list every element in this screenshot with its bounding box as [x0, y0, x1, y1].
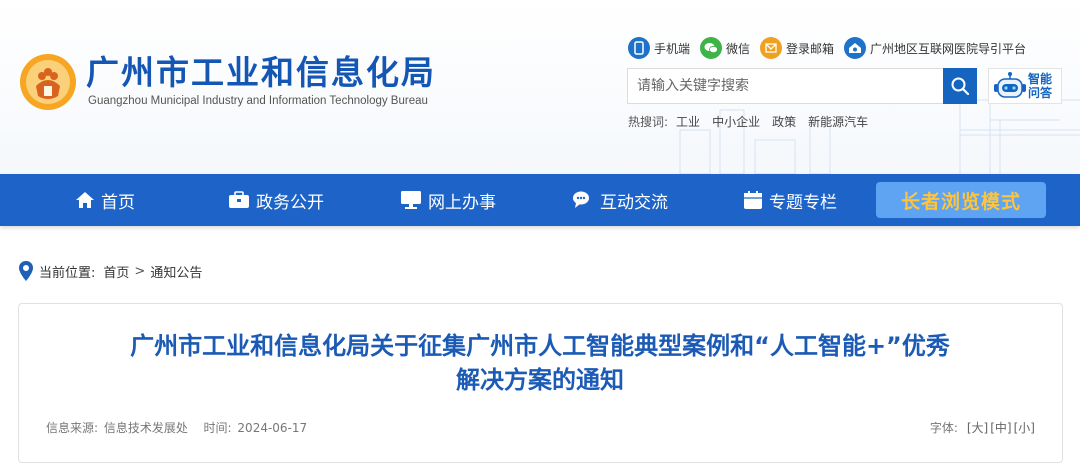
font-size-small-button[interactable]: [小] [1014, 419, 1035, 436]
hospital-icon [844, 37, 867, 59]
top-link-hospital[interactable]: 广州地区互联网医院导引平台 [844, 37, 1026, 59]
nav-item-label: 政务公开 [256, 192, 324, 213]
ai-qa-label-line1: 智能 [1028, 72, 1053, 86]
nav-item-government[interactable]: 政务公开 [228, 174, 324, 226]
bureau-logo [20, 54, 76, 110]
mail-icon [760, 37, 783, 59]
source-label: 信息来源: [46, 421, 99, 435]
font-size-medium-button[interactable]: [中] [990, 419, 1011, 436]
hot-search-item[interactable]: 政策 [772, 113, 796, 130]
home-icon [76, 192, 94, 208]
nav-item-online-service[interactable]: 网上办事 [400, 174, 496, 226]
top-link-label: 微信 [726, 41, 751, 56]
nav-item-label: 网上办事 [428, 192, 496, 213]
site-header: 广州市工业和信息化局 Guangzhou Municipal Industry … [0, 0, 1080, 174]
briefcase-icon [229, 191, 249, 208]
breadcrumb-home-link[interactable]: 首页 [103, 262, 129, 281]
nav-item-home[interactable]: 首页 [75, 174, 135, 226]
site-subtitle: Guangzhou Municipal Industry and Informa… [88, 95, 428, 107]
time-value: 2024-06-17 [237, 421, 308, 435]
search-input[interactable] [628, 69, 944, 103]
top-links: 手机端 微信 登录邮箱 广州地区互联网医院导引平台 [628, 36, 1036, 60]
article-title-line2: 解决方案的通知 [456, 366, 624, 394]
breadcrumb-separator: > [134, 263, 146, 279]
hot-search-item[interactable]: 工业 [676, 113, 700, 130]
monitor-icon [401, 191, 421, 209]
chat-icon [573, 191, 589, 208]
location-pin-icon [19, 261, 33, 281]
breadcrumb-label: 当前位置: [39, 265, 96, 281]
time-label: 时间: [203, 421, 232, 435]
calendar-icon [744, 191, 762, 209]
main-nav: 首页 政务公开 网上办事 互动交流 专题专栏 长者浏览模式 [0, 174, 1080, 226]
top-link-label: 广州地区互联网医院导引平台 [870, 41, 1027, 56]
ai-qa-label: 智能 问答 [1028, 72, 1056, 100]
article-title-line1: 广州市工业和信息化局关于征集广州市人工智能典型案例和“人工智能+”优秀 [130, 332, 950, 360]
hot-search-item[interactable]: 中小企业 [712, 113, 760, 130]
wechat-icon [700, 37, 723, 59]
hot-search: 热搜词: 工业 中小企业 政策 新能源汽车 [628, 113, 880, 130]
article-meta: 信息来源: 信息技术发展处 时间: 2024-06-17 [46, 419, 309, 436]
source-value: 信息技术发展处 [103, 421, 188, 435]
font-size-controls: 字体: [大] [中] [小] [930, 419, 1036, 436]
ai-qa-label-line2: 问答 [1028, 86, 1053, 100]
hot-search-label: 热搜词: [628, 115, 669, 129]
nav-item-label: 专题专栏 [769, 192, 837, 213]
hot-search-item[interactable]: 新能源汽车 [808, 113, 868, 130]
top-link-mobile[interactable]: 手机端 [628, 37, 690, 59]
breadcrumb-notice-link[interactable]: 通知公告 [150, 262, 202, 281]
breadcrumb: 当前位置: 首页 > 通知公告 [18, 260, 202, 282]
search-box [627, 68, 977, 104]
nav-item-label: 互动交流 [600, 192, 668, 213]
nav-item-label: 首页 [101, 192, 135, 213]
ai-qa-button[interactable]: 智能 问答 [988, 68, 1062, 104]
search-icon [951, 77, 970, 96]
font-size-label: 字体: [929, 421, 958, 435]
search-button[interactable] [943, 68, 977, 104]
nav-item-interaction[interactable]: 互动交流 [572, 174, 668, 226]
nav-item-special-topics[interactable]: 专题专栏 [743, 174, 837, 226]
phone-icon [628, 37, 650, 59]
top-link-label: 登录邮箱 [786, 41, 835, 56]
top-link-wechat[interactable]: 微信 [700, 37, 750, 59]
article-title: 广州市工业和信息化局关于征集广州市人工智能典型案例和“人工智能+”优秀 解决方案… [0, 329, 1080, 397]
font-size-large-button[interactable]: [大] [967, 419, 988, 436]
top-link-label: 手机端 [654, 41, 691, 56]
robot-icon [994, 72, 1026, 98]
site-title: 广州市工业和信息化局 [86, 53, 436, 92]
top-link-mail[interactable]: 登录邮箱 [760, 37, 834, 59]
elder-mode-button[interactable]: 长者浏览模式 [876, 182, 1046, 218]
